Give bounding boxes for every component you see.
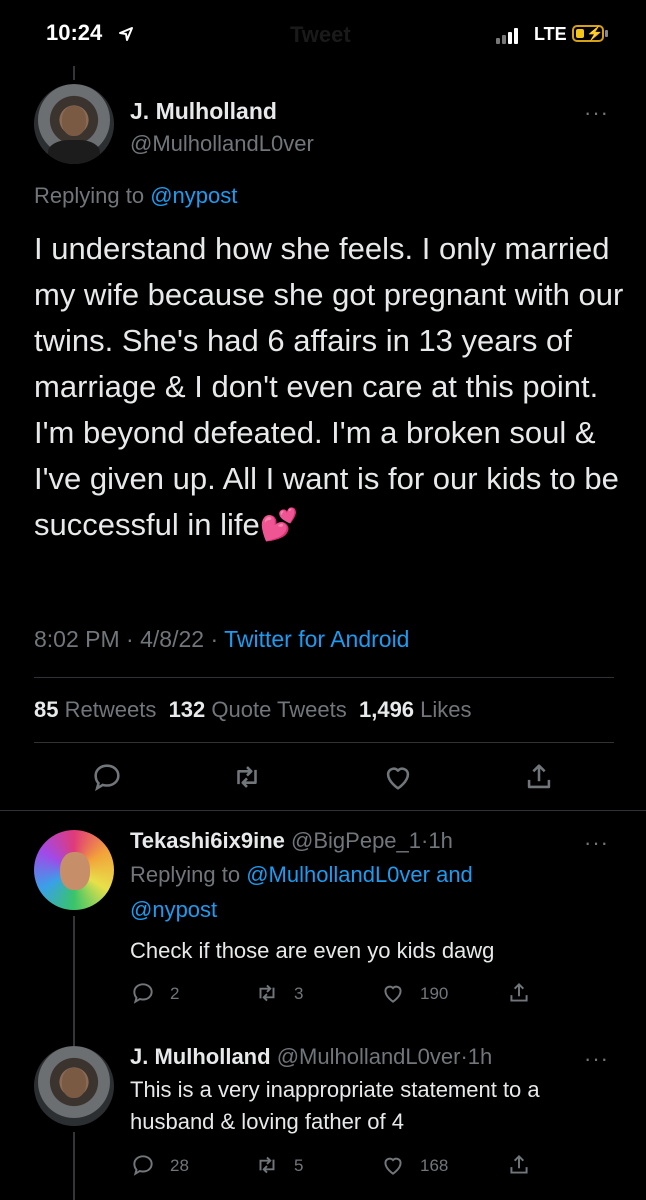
thread-line xyxy=(73,66,75,80)
reply-icon[interactable] xyxy=(90,760,124,794)
reply-age: 1h xyxy=(428,828,453,853)
meta-separator: · xyxy=(210,626,219,652)
like-icon[interactable] xyxy=(380,1152,406,1178)
reply-text: Check if those are even yo kids dawg xyxy=(130,938,495,963)
divider xyxy=(0,810,646,811)
retweets-count: 85 xyxy=(34,697,59,722)
reply-header: Tekashi6ix9ine @BigPepe_1·1h xyxy=(130,828,453,854)
reply-icon[interactable] xyxy=(130,1152,156,1178)
network-label: LTE xyxy=(534,24,567,44)
tweet-date: 4/8/22 xyxy=(140,626,205,652)
location-arrow-icon xyxy=(119,27,133,41)
status-time: 10:24 xyxy=(46,20,103,45)
page-title: Tweet xyxy=(290,22,351,47)
tweet-source[interactable]: Twitter for Android xyxy=(224,626,409,652)
signal-icon xyxy=(496,26,520,44)
reply-text: This is a very inappropriate statement t… xyxy=(130,1077,540,1134)
replying-to: Replying to @nypost xyxy=(34,183,237,209)
like-icon[interactable] xyxy=(380,980,406,1006)
likes-count: 1,496 xyxy=(358,697,415,722)
replying-to-link[interactable]: @MulhollandL0ver and xyxy=(246,862,473,887)
retweet-icon[interactable] xyxy=(230,760,264,794)
share-icon[interactable] xyxy=(522,760,556,794)
retweet-count: 3 xyxy=(294,984,304,1003)
avatar[interactable] xyxy=(34,830,114,910)
meta-separator: · xyxy=(126,626,134,652)
more-options-icon[interactable]: ··· xyxy=(584,100,609,126)
reply-icon[interactable] xyxy=(130,980,156,1006)
dot-separator: · xyxy=(460,1044,468,1069)
thread-line xyxy=(73,1132,75,1200)
like-icon[interactable] xyxy=(381,760,415,794)
share-icon[interactable] xyxy=(506,980,532,1006)
replying-prefix: Replying to xyxy=(130,862,241,887)
divider xyxy=(34,742,614,743)
retweet-count: 5 xyxy=(294,1156,304,1175)
reply-header: J. Mulholland @MulhollandL0ver·1h xyxy=(130,1044,492,1070)
thread-line xyxy=(73,916,75,1046)
share-icon[interactable] xyxy=(506,1152,532,1178)
battery-icon: ⚡ xyxy=(572,25,604,42)
avatar[interactable] xyxy=(34,1046,114,1126)
more-options-icon[interactable]: ··· xyxy=(584,830,609,856)
reply-author-name[interactable]: Tekashi6ix9ine xyxy=(130,828,285,853)
replying-to-link[interactable]: @nypost xyxy=(150,183,237,208)
reply-author-handle[interactable]: @BigPepe_1 xyxy=(291,828,421,853)
reply-count: 28 xyxy=(170,1156,189,1175)
author-name[interactable]: J. Mulholland xyxy=(130,98,277,125)
likes-label: Likes xyxy=(420,697,472,722)
like-count: 190 xyxy=(420,984,449,1003)
retweet-icon[interactable] xyxy=(254,1152,280,1178)
reply-actions: 2 3 190 xyxy=(130,980,600,1008)
tweet-text: I understand how she feels. I only marri… xyxy=(34,231,624,542)
retweet-icon[interactable] xyxy=(254,980,280,1006)
likes-stat[interactable]: 1,496 Likes xyxy=(359,697,472,722)
author-handle[interactable]: @MulhollandL0ver xyxy=(130,131,314,157)
replying-to-link[interactable]: @nypost xyxy=(130,897,217,923)
like-count: 168 xyxy=(420,1156,449,1175)
quotes-stat[interactable]: 132 Quote Tweets xyxy=(169,697,347,722)
avatar[interactable] xyxy=(34,84,114,164)
tweet-stats: 85 Retweets 132 Quote Tweets 1,496 Likes xyxy=(34,697,472,723)
tweet-meta: 8:02 PM · 4/8/22 · Twitter for Android xyxy=(34,626,409,653)
reply-actions: 28 5 168 xyxy=(130,1152,600,1180)
reply-count: 2 xyxy=(170,984,180,1003)
quotes-label: Quote Tweets xyxy=(211,697,347,722)
replying-to: Replying to @MulhollandL0ver and xyxy=(130,862,473,888)
reply-author-handle[interactable]: @MulhollandL0ver xyxy=(277,1044,461,1069)
quotes-count: 132 xyxy=(168,697,206,722)
status-bar: 10:24 Tweet LTE ⚡ xyxy=(0,0,646,70)
retweets-label: Retweets xyxy=(64,697,157,722)
retweets-stat[interactable]: 85 Retweets xyxy=(34,697,156,722)
reply-age: 1h xyxy=(467,1044,493,1069)
more-options-icon[interactable]: ··· xyxy=(584,1046,609,1072)
divider xyxy=(34,677,614,678)
replying-prefix: Replying to xyxy=(34,183,145,208)
tweet-time: 8:02 PM xyxy=(34,626,120,652)
reply-author-name[interactable]: J. Mulholland xyxy=(130,1044,271,1069)
battery-tip xyxy=(605,30,608,37)
